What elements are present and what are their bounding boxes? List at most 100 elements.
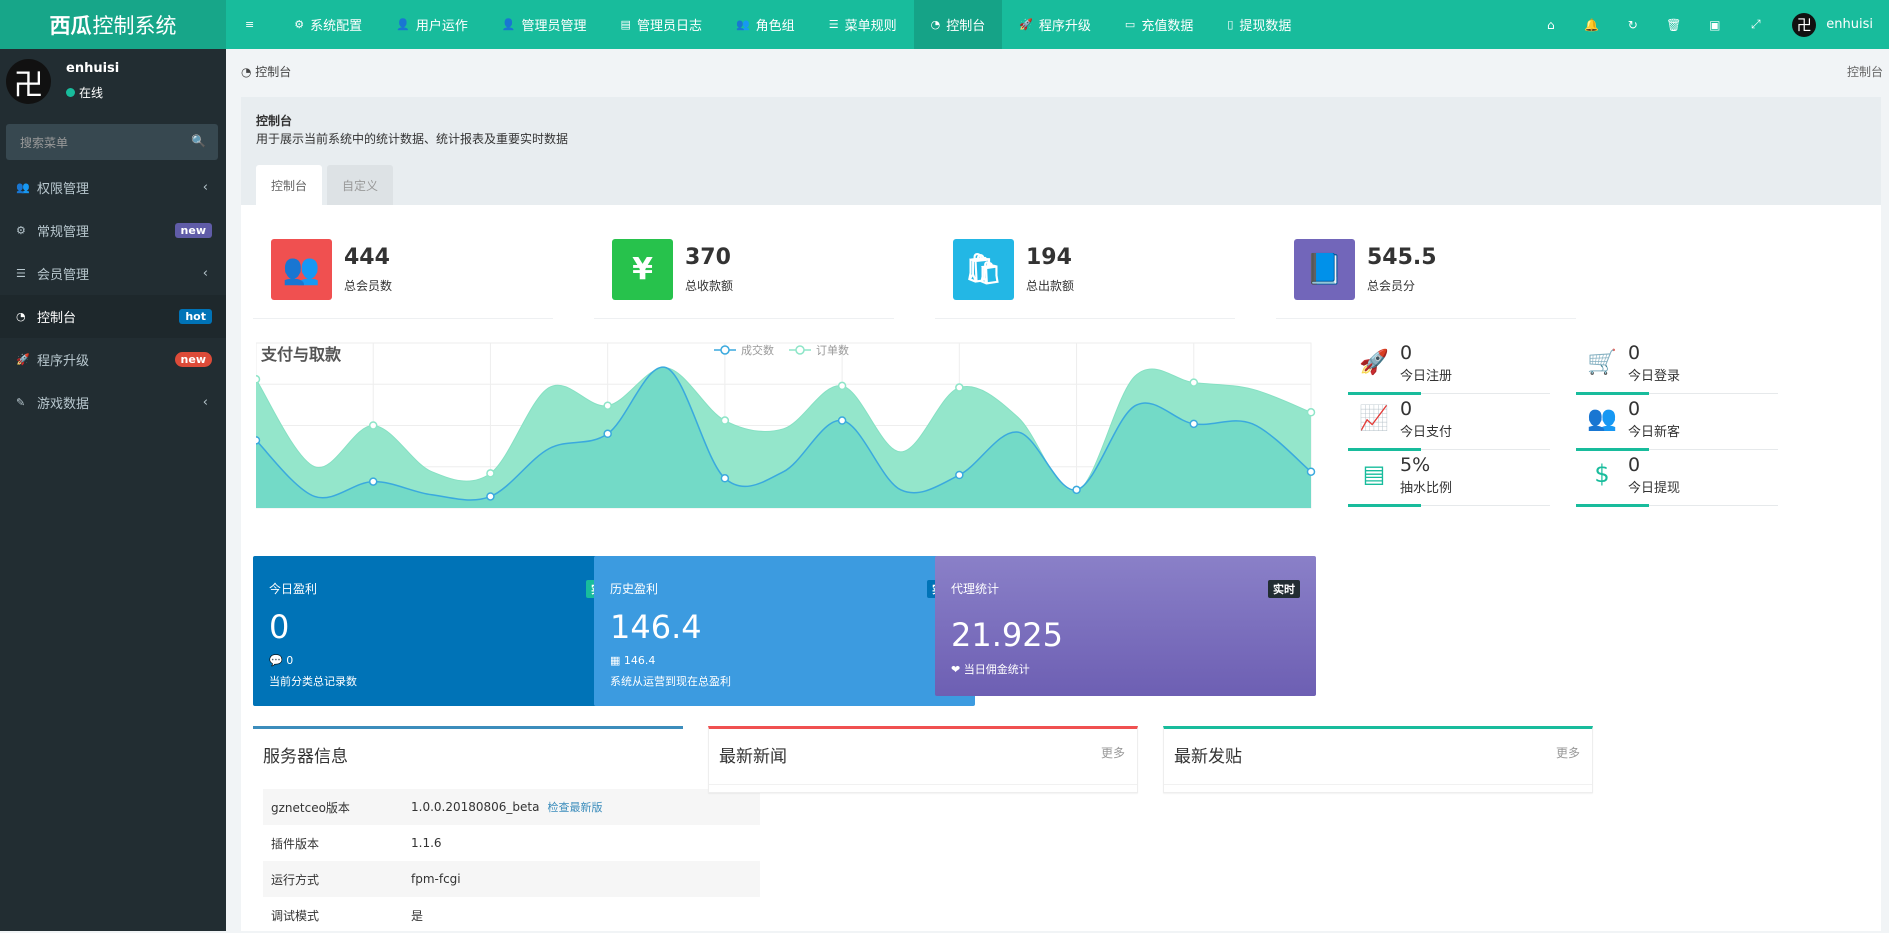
data-point[interactable] — [1306, 467, 1316, 476]
top-avatar[interactable]: 卍 — [1792, 12, 1817, 37]
breadcrumb-label[interactable]: 控制台 — [255, 65, 291, 79]
data-point[interactable] — [1189, 419, 1199, 429]
sidebar-item-4[interactable]: 🚀 程序升级 new — [0, 338, 226, 381]
search-icon[interactable]: 🔍 — [191, 134, 206, 148]
nav-item-5[interactable]: 👥 角色组 — [719, 0, 812, 49]
nav-item-4[interactable]: ▤ 管理员日志 — [604, 0, 719, 49]
data-point[interactable] — [720, 416, 730, 425]
bell-icon[interactable]: 🔔 — [1571, 18, 1612, 32]
nav-icon: ▯ — [1227, 18, 1234, 31]
mini-stat: 📈 0 今日支付 — [1348, 396, 1550, 451]
sidebar-item-0[interactable]: 👥 权限管理 ‹ — [0, 166, 226, 209]
page-description: 用于展示当前系统中的统计数据、统计报表及重要实时数据 — [256, 132, 569, 146]
data-point[interactable] — [1189, 378, 1199, 387]
nav-item-8[interactable]: 🚀 程序升级 — [1002, 0, 1108, 49]
data-point[interactable] — [486, 469, 495, 478]
trash-icon[interactable]: 🗑 — [1653, 18, 1694, 32]
sidebar-item-3[interactable]: ◔ 控制台 hot — [0, 295, 226, 338]
brand-bold: 西瓜 — [49, 13, 92, 38]
nav-item-0[interactable]: ≡ — [228, 0, 277, 49]
user-status: 在线 — [66, 84, 103, 101]
server-info-header: 服务器信息 — [253, 729, 683, 785]
menu-icon: 👥 — [16, 181, 30, 194]
mini-stat-icon: 🚀 — [1359, 348, 1389, 376]
info-card: 历史盈利实时146.4▦ 146.4系统从运营到现在总盈利 — [594, 556, 975, 706]
news-more-link[interactable]: 更多 — [1101, 744, 1125, 761]
search-input[interactable]: 搜索菜单 🔍 — [6, 124, 218, 160]
data-point[interactable] — [368, 421, 378, 430]
data-point[interactable] — [837, 381, 847, 391]
nav-label: 管理员管理 — [521, 19, 587, 34]
posts-box: 最新发贴 更多 — [1163, 726, 1593, 793]
nav-item-10[interactable]: ▯ 提现数据 — [1210, 0, 1308, 49]
mini-stat-icon: ▤ — [1362, 460, 1386, 488]
stat-label: 总出款额 — [1026, 279, 1075, 293]
fullscreen-icon[interactable]: ⤢ — [1735, 17, 1776, 32]
mini-stat-icon: 📈 — [1359, 404, 1389, 432]
data-point[interactable] — [251, 375, 261, 384]
top-right-tools: ⌂ 🔔 ↻ 🗑 ▣ ⤢ 卍 enhuisi — [1530, 0, 1873, 49]
sidebar-menu: 👥 权限管理 ‹ ⚙ 常规管理 new ☰ 会员管理 ‹ ◔ 控制台 hot 🚀 程序升级 new ✎ 游戏数据… — [0, 166, 226, 424]
stat-label: 总收款额 — [685, 279, 734, 293]
card-value: 21.925 — [951, 616, 1063, 654]
news-box: 最新新闻 更多 — [708, 726, 1138, 793]
nav-icon: ≡ — [245, 18, 255, 31]
brand-logo[interactable]: 西瓜 控制系统 — [0, 0, 226, 49]
nav-item-7[interactable]: ◔ 控制台 — [913, 0, 1003, 49]
data-point[interactable] — [1306, 408, 1316, 417]
news-header: 最新新闻 更多 — [709, 729, 1137, 785]
top-nav: ≡ ⚙ 系统配置 👤 用户运作 👤 管理员管理 ▤ 管理员日志 👥 角色组 ☰ 菜单规则 ◔ 控制台 🚀 程序升… — [228, 0, 1308, 49]
language-icon[interactable]: ▣ — [1694, 18, 1735, 32]
legend-label[interactable]: 订单数 — [816, 344, 849, 357]
server-value-cell: 1.0.0.20180806_beta 检查最新版 — [403, 789, 760, 825]
server-info-table: gznetceo版本 1.0.0.20180806_beta 检查最新版 插件版本 1.… — [263, 789, 760, 933]
mini-stat-value: 0 — [1628, 454, 1641, 476]
data-point[interactable] — [837, 416, 847, 425]
refresh-icon[interactable]: ↻ — [1612, 18, 1653, 32]
mini-stat: 🚀 0 今日注册 — [1348, 340, 1550, 395]
mini-stat-value: 0 — [1400, 398, 1413, 420]
nav-label: 角色组 — [755, 19, 795, 34]
tab-dashboard[interactable]: 控制台 — [256, 165, 323, 205]
avatar: 卍 — [6, 59, 51, 104]
online-dot-icon — [66, 88, 75, 97]
nav-label: 菜单规则 — [844, 19, 897, 34]
user-name: enhuisi — [66, 61, 120, 76]
nav-item-6[interactable]: ☰ 菜单规则 — [812, 0, 914, 49]
sidebar-item-2[interactable]: ☰ 会员管理 ‹ — [0, 252, 226, 295]
home-icon[interactable]: ⌂ — [1530, 18, 1571, 32]
nav-item-3[interactable]: 👤 管理员管理 — [485, 0, 604, 49]
data-point[interactable] — [1072, 485, 1081, 495]
nav-item-9[interactable]: ▭ 充值数据 — [1108, 0, 1210, 49]
data-point[interactable] — [720, 474, 730, 483]
data-point[interactable] — [603, 429, 612, 438]
sidebar-item-1[interactable]: ⚙ 常规管理 new — [0, 209, 226, 252]
sidebar-item-5[interactable]: ✎ 游戏数据 ‹ — [0, 381, 226, 424]
top-username[interactable]: enhuisi — [1826, 17, 1873, 32]
stat-icon: ¥ — [612, 239, 673, 300]
info-card: 今日盈利实时0💬 0当前分类总记录数 — [253, 556, 634, 706]
check-update-link[interactable]: 检查最新版 — [547, 801, 602, 814]
sidebar-item-label: 游戏数据 — [37, 397, 90, 412]
data-point[interactable] — [251, 436, 261, 445]
breadcrumb-right[interactable]: 控制台 — [1847, 63, 1883, 80]
posts-more-link[interactable]: 更多 — [1556, 744, 1580, 761]
data-point[interactable] — [955, 383, 964, 392]
mini-stat-label: 抽水比例 — [1400, 481, 1453, 496]
nav-item-2[interactable]: 👤 用户运作 — [379, 0, 485, 49]
legend-label[interactable]: 成交数 — [741, 343, 774, 357]
sidebar: 卍 enhuisi 在线 搜索菜单 🔍 👥 权限管理 ‹ ⚙ 常规管理 new ☰ 会员管理 ‹ ◔… — [0, 49, 226, 931]
main-content: ◔ 控制台 控制台 控制台 用于展示当前系统中的统计数据、统计报表及重要实时数据… — [226, 49, 1889, 931]
stat-value: 444 — [344, 245, 390, 270]
stat-value: 545.5 — [1367, 245, 1437, 270]
mini-stat-value: 0 — [1400, 342, 1413, 364]
data-point[interactable] — [486, 492, 495, 501]
tab-custom[interactable]: 自定义 — [327, 165, 394, 205]
nav-label: 充值数据 — [1141, 19, 1194, 34]
card-footer: ❤ 当日佣金统计 — [951, 663, 1030, 676]
data-point[interactable] — [368, 477, 378, 486]
data-point[interactable] — [603, 401, 612, 410]
data-point[interactable] — [955, 470, 964, 480]
nav-label: 用户运作 — [415, 19, 468, 34]
nav-item-1[interactable]: ⚙ 系统配置 — [277, 0, 379, 49]
